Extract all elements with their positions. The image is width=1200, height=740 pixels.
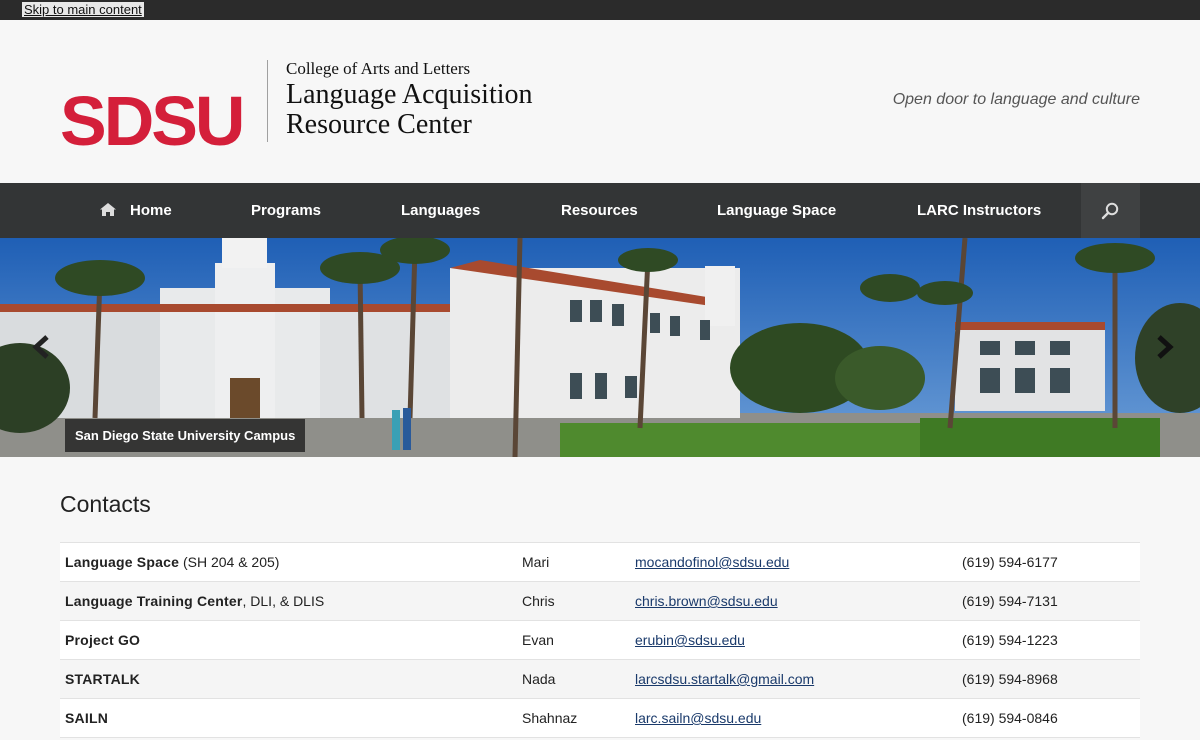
table-row: Project GO Evan erubin@sdsu.edu (619) 59… bbox=[60, 621, 1140, 660]
email-link[interactable]: chris.brown@sdsu.edu bbox=[635, 582, 778, 620]
program-cell: STARTALK bbox=[65, 660, 140, 698]
contacts-section: Contacts Language Space (SH 204 & 205) M… bbox=[0, 457, 1200, 738]
program-name: Language Space bbox=[65, 554, 180, 570]
contact-name: Evan bbox=[522, 632, 554, 648]
college-name[interactable]: College of Arts and Letters bbox=[286, 59, 470, 79]
email-link[interactable]: larcsdsu.startalk@gmail.com bbox=[635, 660, 814, 698]
nav-item-larc-instructors[interactable]: LARC Instructors bbox=[917, 183, 1041, 238]
search-icon bbox=[1101, 202, 1119, 220]
program-name: SAILN bbox=[65, 710, 108, 726]
phone-number: (619) 594-1223 bbox=[962, 632, 1058, 648]
search-button[interactable] bbox=[1081, 183, 1140, 238]
contact-name: Chris bbox=[522, 593, 555, 609]
nav-label-home: Home bbox=[130, 202, 172, 219]
phone-number: (619) 594-6177 bbox=[962, 554, 1058, 570]
program-cell: Language Training Center, DLI, & DLIS bbox=[65, 582, 324, 620]
nav-item-languages[interactable]: Languages bbox=[401, 183, 480, 238]
table-row: Language Space (SH 204 & 205) Mari mocan… bbox=[60, 543, 1140, 582]
home-icon bbox=[100, 203, 116, 216]
phone-number: (619) 594-0846 bbox=[962, 710, 1058, 726]
sdsu-logo[interactable]: SDSU bbox=[60, 86, 245, 156]
program-cell: Project GO bbox=[65, 621, 140, 659]
contact-name: Shahnaz bbox=[522, 710, 578, 726]
nav-item-programs[interactable]: Programs bbox=[251, 183, 321, 238]
contact-name: Mari bbox=[522, 554, 550, 570]
program-name: STARTALK bbox=[65, 671, 140, 687]
logo-divider bbox=[267, 60, 268, 142]
table-row: SAILN Shahnaz larc.sailn@sdsu.edu (619) … bbox=[60, 699, 1140, 738]
program-cell: SAILN bbox=[65, 699, 108, 737]
phone-number: (619) 594-7131 bbox=[962, 593, 1058, 609]
chevron-right-icon[interactable] bbox=[1154, 334, 1176, 360]
site-tagline: Open door to language and culture bbox=[892, 91, 1140, 108]
email-link[interactable]: erubin@sdsu.edu bbox=[635, 621, 745, 659]
contacts-table: Language Space (SH 204 & 205) Mari mocan… bbox=[60, 542, 1140, 738]
nav-item-home[interactable]: Home bbox=[100, 183, 172, 238]
top-bar: Skip to main content bbox=[0, 0, 1200, 20]
program-detail: , DLI, & DLIS bbox=[242, 593, 325, 609]
program-detail: (SH 204 & 205) bbox=[179, 554, 280, 570]
program-cell: Language Space (SH 204 & 205) bbox=[65, 543, 279, 581]
contacts-heading: Contacts bbox=[60, 491, 151, 517]
nav-item-resources[interactable]: Resources bbox=[561, 183, 638, 238]
phone-number: (619) 594-8968 bbox=[962, 671, 1058, 687]
contact-name: Nada bbox=[522, 671, 556, 687]
hero-slideshow: San Diego State University Campus bbox=[0, 238, 1200, 457]
email-link[interactable]: larc.sailn@sdsu.edu bbox=[635, 699, 761, 737]
table-row: Language Training Center, DLI, & DLIS Ch… bbox=[60, 582, 1140, 621]
email-link[interactable]: mocandofinol@sdsu.edu bbox=[635, 543, 789, 581]
nav-item-language-space[interactable]: Language Space bbox=[717, 183, 836, 238]
site-header: SDSU College of Arts and Letters Languag… bbox=[0, 20, 1200, 183]
main-nav: Home Programs Languages Resources Langua… bbox=[0, 183, 1200, 238]
center-name[interactable]: Language Acquisition Resource Center bbox=[286, 80, 586, 140]
skip-to-main-link[interactable]: Skip to main content bbox=[22, 2, 144, 17]
program-name: Language Training Center bbox=[65, 593, 243, 609]
slide-caption: San Diego State University Campus bbox=[65, 419, 306, 452]
chevron-left-icon[interactable] bbox=[30, 334, 52, 360]
program-name: Project GO bbox=[65, 632, 141, 648]
table-row: STARTALK Nada larcsdsu.startalk@gmail.co… bbox=[60, 660, 1140, 699]
